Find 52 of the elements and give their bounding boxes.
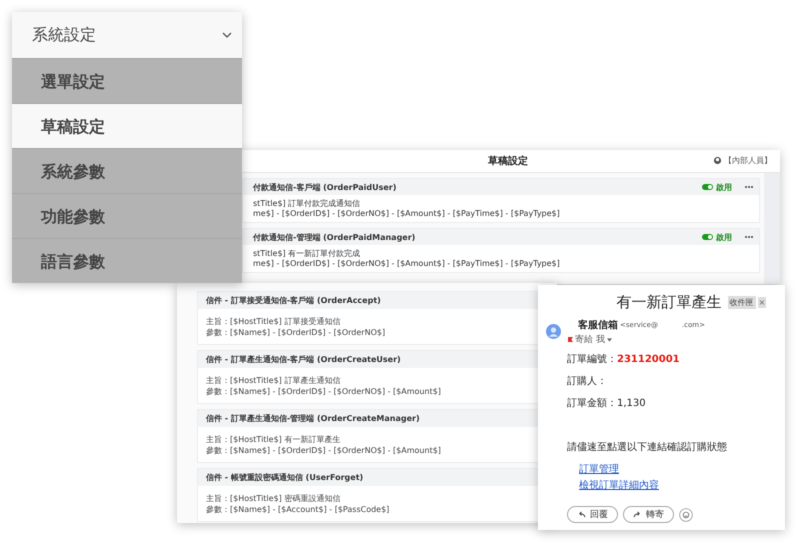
arrow-icon xyxy=(577,511,586,518)
params-text: 參數：[$Name$] - [$OrderID$] - [$OrderNO$] xyxy=(206,327,386,338)
message-text: 請儘速至點選以下連結確認訂購狀態 xyxy=(567,440,727,454)
subject-text: stTitle$] 有一新訂單付款完成 xyxy=(252,249,362,259)
user-icon xyxy=(713,156,722,165)
enable-toggle[interactable] xyxy=(702,234,713,240)
window-title: 草稿設定 xyxy=(488,154,528,168)
template-title: 信件 - 訂單產生通知信-管理端 (OrderCreateManager) xyxy=(206,413,420,424)
template-title: 付款通知信-客戶端 (OrderPaidUser) xyxy=(253,182,398,192)
menu-header[interactable]: 系統設定 xyxy=(12,12,242,58)
dropdown-icon[interactable] xyxy=(606,338,612,342)
subject-text: 主旨：[$HostTitle$] 訂單產生通知信 xyxy=(206,375,342,386)
email-link[interactable]: 檢視訂單詳細內容 xyxy=(579,478,659,494)
tag-close-button[interactable]: × xyxy=(758,297,766,308)
enable-toggle[interactable] xyxy=(702,184,713,190)
order-field: 訂單編號：231120001 xyxy=(567,354,680,376)
params-text: me$] - [$OrderID$] - [$OrderNO$] - [$Amount$] - [$PayTime$] - [$PayType$] xyxy=(252,259,561,269)
reply-button[interactable]: 回覆 xyxy=(567,506,618,523)
subject-text: 主旨：[$HostTitle$] 有一新訂單產生 xyxy=(206,434,342,445)
scrollbar[interactable] xyxy=(764,173,780,284)
menu-item[interactable]: 草稿設定 xyxy=(12,103,242,148)
template-title: 信件 - 訂單產生通知信-客戶端 (OrderCreateUser) xyxy=(206,354,401,365)
subject-text: 主旨：[$HostTitle$] 訂單接受通知信 xyxy=(206,316,342,327)
inbox-tag: 收件匣 xyxy=(728,296,756,309)
menu-title: 系統設定 xyxy=(32,24,96,46)
params-text: 參數：[$Name$] - [$Account$] - [$PassCode$] xyxy=(206,504,390,515)
menu-item[interactable]: 選單設定 xyxy=(12,58,242,103)
email-link[interactable]: 訂單管理 xyxy=(579,462,619,478)
params-text: me$] - [$OrderID$] - [$OrderNO$] - [$Amount$] - [$PayTime$] - [$PayType$] xyxy=(252,209,561,219)
avatar-icon xyxy=(546,324,561,339)
menu-item[interactable]: 系統參數 xyxy=(12,148,242,193)
status-label: 啟用 xyxy=(716,232,732,242)
menu-item[interactable]: 功能參數 xyxy=(12,193,242,238)
user-role: 【內部人員】 xyxy=(724,155,772,166)
params-text: 參數：[$Name$] - [$OrderID$] - [$OrderNO$] - [$Amount$] xyxy=(206,386,442,397)
params-text: 參數：[$Name$] - [$OrderID$] - [$OrderNO$] - [$Amount$] xyxy=(206,445,442,456)
status-label: 啟用 xyxy=(716,182,732,192)
template-title: 信件 - 帳號重設密碼通知信 (UserForget) xyxy=(206,472,364,483)
order-field: 訂購人： xyxy=(567,376,607,398)
order-field: 訂單金額：1,130 xyxy=(567,398,646,420)
email-subject: 有一新訂單產生 xyxy=(616,293,722,312)
subject-text: stTitle$] 訂單付款完成通知信 xyxy=(252,199,362,209)
template-title: 付款通知信-管理端 (OrderPaidManager) xyxy=(253,232,416,242)
important-icon xyxy=(568,337,573,342)
recipient-text: 寄給 我 xyxy=(575,334,605,346)
menu-item[interactable]: 語言參數 xyxy=(12,238,242,283)
arrow-icon xyxy=(633,511,642,518)
forward-button[interactable]: 轉寄 xyxy=(623,506,674,523)
template-title: 信件 - 訂單接受通知信-客戶端 (OrderAccept) xyxy=(206,295,381,306)
emoji-icon[interactable] xyxy=(679,508,693,522)
sender-name: 客服信箱 xyxy=(578,318,618,332)
subject-text: 主旨：[$HostTitle$] 密碼重設通知信 xyxy=(206,493,342,504)
